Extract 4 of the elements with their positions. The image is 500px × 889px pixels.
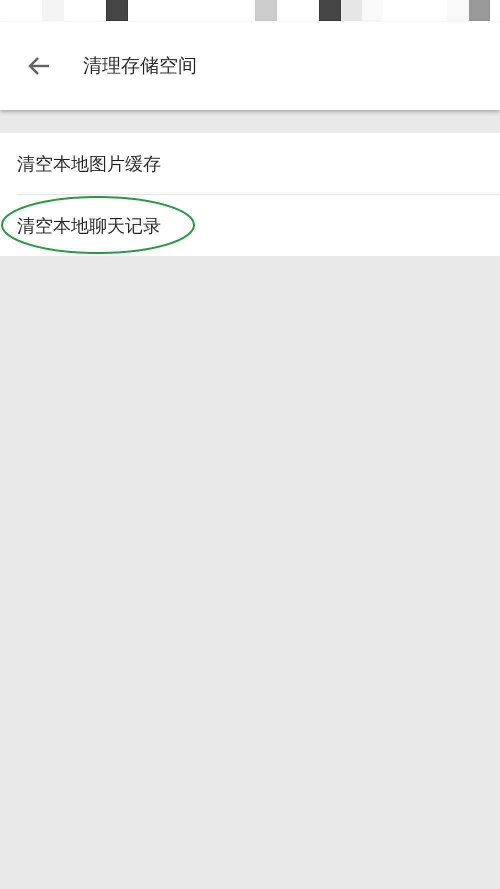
- menu-item[interactable]: 清空本地图片缓存: [17, 152, 161, 176]
- back-arrow-icon: [28, 56, 50, 76]
- page-title: 清理存储空间: [83, 54, 197, 79]
- menu-item[interactable]: 清空本地聊天记录: [17, 214, 161, 238]
